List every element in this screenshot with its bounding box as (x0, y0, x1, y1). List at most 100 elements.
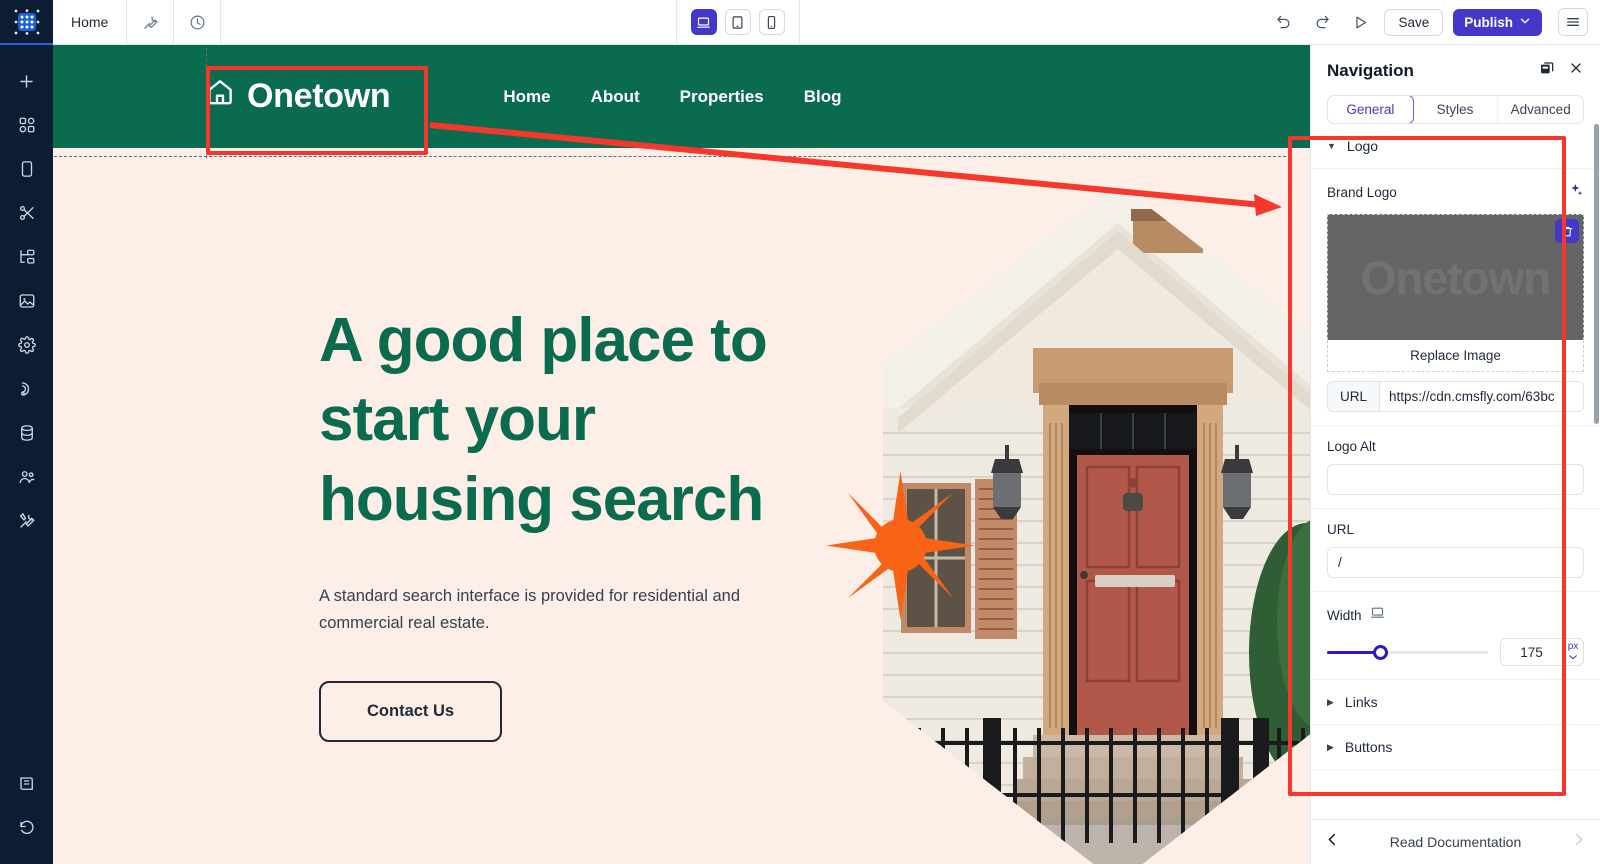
clock-icon[interactable] (174, 0, 222, 44)
close-icon[interactable] (1568, 60, 1584, 81)
device-mobile[interactable] (758, 9, 785, 35)
hero-paragraph: A standard search interface is provided … (319, 587, 740, 632)
editor-toolbar: Home Save Publish (53, 0, 1600, 45)
rail-item-members[interactable] (0, 455, 53, 499)
rail-item-add[interactable] (0, 59, 53, 103)
brand-logo-url-input[interactable] (1380, 382, 1583, 411)
section-logo-header[interactable]: ▼ Logo (1311, 124, 1600, 169)
logo-url-input[interactable] (1327, 547, 1584, 578)
panel-title: Navigation (1327, 60, 1414, 80)
section-buttons-label: Buttons (1344, 739, 1393, 755)
site-logo[interactable]: Onetown (205, 77, 391, 116)
rail-item-blocks[interactable] (0, 103, 53, 147)
publish-button[interactable]: Publish (1453, 8, 1542, 36)
section-logo-label: Logo (1346, 138, 1379, 154)
hero-contact-button[interactable]: Contact Us (319, 680, 503, 742)
rail-item-tools[interactable] (0, 499, 53, 543)
laptop-icon[interactable] (1370, 605, 1385, 625)
panel-header: Navigation General Styles Advanced (1311, 45, 1600, 124)
hero-heading: A good place to start your housing searc… (319, 306, 768, 534)
main-area: Home Save Publish Onetown Home About Pro… (53, 0, 1600, 864)
trash-icon[interactable] (1555, 219, 1579, 243)
rail-item-database[interactable] (0, 411, 53, 455)
tab-styles[interactable]: Styles (1413, 96, 1499, 123)
chevron-down-icon (1519, 15, 1531, 30)
nav-link-blog[interactable]: Blog (804, 87, 842, 107)
read-documentation-link[interactable]: Read Documentation (1340, 834, 1571, 850)
device-switcher (675, 0, 800, 44)
tab-general[interactable]: General (1328, 96, 1414, 123)
app-root: Home Save Publish Onetown Home About Pro… (0, 0, 1600, 864)
undo-icon[interactable] (1270, 8, 1298, 36)
caret-right-icon: ▶ (1327, 741, 1334, 752)
device-tablet[interactable] (724, 9, 751, 35)
brand-logo-url-row: URL (1327, 381, 1584, 412)
slider-knob[interactable] (1373, 644, 1389, 660)
logo-width-unit-select[interactable]: px (1561, 639, 1583, 665)
save-button[interactable]: Save (1384, 8, 1444, 36)
logo-width-field: Width p (1311, 592, 1600, 680)
brand-logo-preview[interactable]: Onetown (1327, 214, 1584, 340)
rail-item-design[interactable] (0, 191, 53, 235)
left-rail (0, 0, 53, 864)
sparkle-icon[interactable] (1568, 182, 1584, 203)
page-tab-home[interactable]: Home (53, 0, 128, 44)
logo-width-input[interactable] (1501, 639, 1562, 665)
chevron-down-icon (1568, 652, 1578, 663)
panel-scrollbar[interactable] (1594, 124, 1599, 424)
section-links-header[interactable]: ▶ Links (1311, 680, 1600, 725)
home-icon (205, 77, 235, 116)
rail-item-media[interactable] (0, 279, 53, 323)
preview-play-icon[interactable] (1346, 8, 1374, 36)
hero-artwork (823, 183, 1353, 864)
app-grid-logo-icon[interactable] (0, 0, 53, 45)
brand-logo-ghost-text: Onetown (1360, 251, 1552, 304)
brand-logo-field: Brand Logo Onetown Replace Image URL (1311, 169, 1600, 426)
settings-panel: Navigation General Styles Advanced ▼ Log… (1310, 45, 1600, 864)
brand-logo-url-tag: URL (1328, 382, 1381, 411)
rail-bottom (0, 762, 53, 864)
toolbar-actions: Save Publish (1254, 0, 1600, 44)
rail-item-settings[interactable] (0, 323, 53, 367)
nav-link-home[interactable]: Home (503, 87, 550, 107)
rail-item-history[interactable] (0, 806, 53, 850)
nav-link-properties[interactable]: Properties (680, 87, 764, 107)
logo-url-field: URL (1311, 509, 1600, 592)
rail-item-docs[interactable] (0, 762, 53, 806)
brand-logo-label: Brand Logo (1327, 185, 1397, 200)
tab-advanced[interactable]: Advanced (1498, 96, 1583, 123)
panel-footer: Read Documentation (1311, 819, 1600, 864)
toolbar-spacer-right (800, 0, 1255, 44)
redo-icon[interactable] (1308, 8, 1336, 36)
page-tab-label: Home (71, 14, 109, 30)
wrench-icon[interactable] (127, 0, 175, 44)
publish-label: Publish (1464, 14, 1513, 30)
logo-alt-field: Logo Alt (1311, 426, 1600, 509)
chevron-right-icon[interactable] (1571, 832, 1586, 852)
hamburger-icon[interactable] (1558, 8, 1588, 36)
rail-item-pages[interactable] (0, 147, 53, 191)
decorative-starburst-icon (823, 468, 978, 623)
chevron-left-icon[interactable] (1325, 832, 1340, 852)
hero-copy: A good place to start your housing searc… (319, 301, 809, 742)
logo-alt-label: Logo Alt (1327, 439, 1376, 454)
rail-item-sitemap[interactable] (0, 235, 53, 279)
caret-down-icon: ▼ (1327, 140, 1336, 151)
caret-right-icon: ▶ (1327, 696, 1334, 707)
rail-items (0, 45, 53, 543)
device-desktop[interactable] (690, 9, 717, 35)
logo-width-unit-label: px (1567, 641, 1579, 652)
section-links-label: Links (1344, 694, 1378, 710)
logo-alt-input[interactable] (1327, 464, 1584, 495)
toolbar-spacer-left (221, 0, 676, 44)
section-buttons-header[interactable]: ▶ Buttons (1311, 725, 1600, 770)
logo-url-label: URL (1327, 522, 1355, 537)
logo-width-slider[interactable] (1327, 643, 1488, 661)
site-logo-text: Onetown (247, 77, 391, 115)
nav-link-about[interactable]: About (591, 87, 640, 107)
site-nav-links: Home About Properties Blog (503, 87, 841, 107)
rail-item-broadcast[interactable] (0, 367, 53, 411)
replace-image-button[interactable]: Replace Image (1327, 340, 1584, 372)
panel-body: ▼ Logo Brand Logo Onetown Replace Image … (1311, 124, 1600, 819)
popout-icon[interactable] (1539, 60, 1555, 81)
